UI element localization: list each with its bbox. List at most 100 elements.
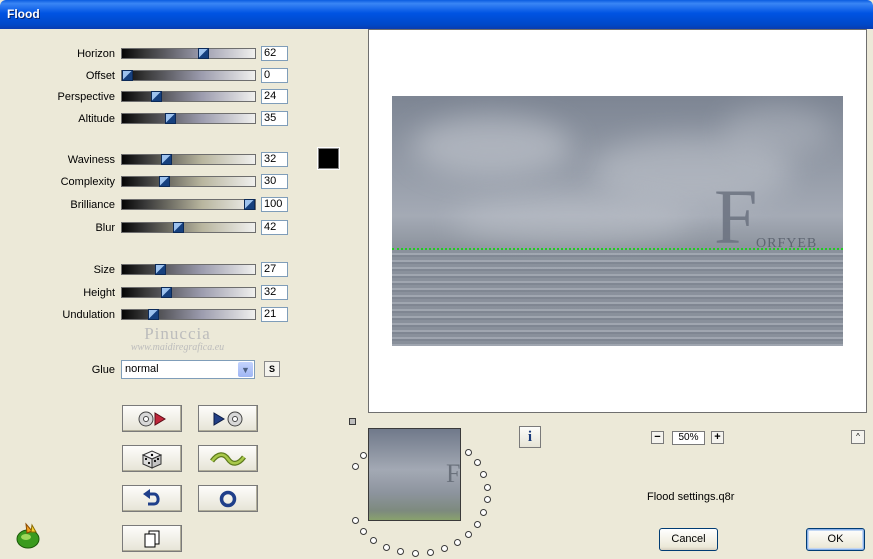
slider-handle[interactable] <box>165 113 176 124</box>
horizon-guide-line[interactable] <box>392 248 843 250</box>
glue-value: normal <box>125 363 159 375</box>
navigator-ring-dot[interactable] <box>465 449 472 456</box>
disc-arrow-in-icon <box>138 411 166 426</box>
navigator-anchor-handle[interactable] <box>349 418 356 425</box>
navigator-ring-dot[interactable] <box>412 550 419 557</box>
cancel-button[interactable]: Cancel <box>659 528 718 551</box>
mutate-button[interactable] <box>198 445 258 472</box>
slider-handle[interactable] <box>161 154 172 165</box>
navigator-thumbnail[interactable]: F <box>368 428 461 521</box>
navigator-ring-dot[interactable] <box>352 463 359 470</box>
settings-filename: Flood settings.q8r <box>647 491 735 503</box>
navigator-ring-dot[interactable] <box>454 539 461 546</box>
ok-button[interactable]: OK <box>806 528 865 551</box>
thumbnail-letter: F <box>446 459 461 488</box>
navigator-ring-dot[interactable] <box>352 517 359 524</box>
navigator-ring-dot[interactable] <box>484 484 491 491</box>
navigator-ring-dot[interactable] <box>474 459 481 466</box>
chevron-down-icon[interactable]: ▼ <box>238 362 253 377</box>
navigator-ring-dot[interactable] <box>397 548 404 555</box>
navigator-ring-dot[interactable] <box>465 531 472 538</box>
watermark-name: Pinuccia <box>144 324 211 343</box>
load-preset-button[interactable] <box>122 405 182 432</box>
zoom-out-button[interactable]: − <box>651 431 664 444</box>
slider-label-altitude: Altitude <box>78 113 115 125</box>
slider-track-undulation[interactable] <box>121 309 256 320</box>
title-bar: Flood <box>0 0 873 29</box>
slider-value-blur[interactable]: 42 <box>261 220 288 235</box>
glue-label: Glue <box>91 364 115 376</box>
collapse-button[interactable]: ^ <box>851 430 865 444</box>
slider-label-perspective: Perspective <box>57 91 115 103</box>
slider-handle[interactable] <box>173 222 184 233</box>
watermark: Pinuccia www.maidiregrafica.eu <box>110 324 245 353</box>
slider-value-height[interactable]: 32 <box>261 285 288 300</box>
slider-handle[interactable] <box>151 91 162 102</box>
slider-handle[interactable] <box>155 264 166 275</box>
info-button[interactable]: i <box>519 426 541 448</box>
save-preset-button[interactable] <box>198 405 258 432</box>
slider-handle[interactable] <box>244 199 255 210</box>
slider-handle[interactable] <box>148 309 159 320</box>
water-reflection <box>392 250 843 346</box>
slider-label-complexity: Complexity <box>60 176 115 188</box>
slider-track-size[interactable] <box>121 264 256 275</box>
slider-track-offset[interactable] <box>121 70 256 81</box>
undo-arrow-icon <box>143 488 160 505</box>
slider-track-blur[interactable] <box>121 222 256 233</box>
slider-value-undulation[interactable]: 21 <box>261 307 288 322</box>
navigator-ring-dot[interactable] <box>427 549 434 556</box>
slider-label-blur: Blur <box>95 222 115 234</box>
slider-label-undulation: Undulation <box>62 309 115 321</box>
slider-value-waviness[interactable]: 32 <box>261 152 288 167</box>
slider-label-horizon: Horizon <box>77 48 115 60</box>
slider-track-brilliance[interactable] <box>121 199 256 210</box>
zoom-level: 50% <box>672 431 705 445</box>
navigator-ring-dot[interactable] <box>480 471 487 478</box>
slider-value-perspective[interactable]: 24 <box>261 89 288 104</box>
slider-handle[interactable] <box>161 287 172 298</box>
pages-icon <box>144 530 160 547</box>
navigator-ring-dot[interactable] <box>441 545 448 552</box>
undo-button[interactable] <box>122 485 182 512</box>
slider-label-height: Height <box>83 287 115 299</box>
dice-icon <box>141 449 163 469</box>
flood-color-swatch[interactable] <box>317 147 340 170</box>
slider-track-waviness[interactable] <box>121 154 256 165</box>
slider-track-height[interactable] <box>121 287 256 298</box>
navigator-ring-dot[interactable] <box>484 496 491 503</box>
preview-pane[interactable]: F ORFYEB <box>368 29 867 413</box>
slider-handle[interactable] <box>122 70 133 81</box>
slider-label-size: Size <box>93 264 115 276</box>
slider-value-offset[interactable]: 0 <box>261 68 288 83</box>
navigator-ring-dot[interactable] <box>360 452 367 459</box>
zoom-in-button[interactable]: + <box>711 431 724 444</box>
slider-value-brilliance[interactable]: 100 <box>261 197 288 212</box>
random-button[interactable] <box>122 445 182 472</box>
slider-track-perspective[interactable] <box>121 91 256 102</box>
preview-letter-large: F <box>714 173 758 260</box>
watermark-url: www.maidiregrafica.eu <box>130 342 225 353</box>
slider-value-complexity[interactable]: 30 <box>261 174 288 189</box>
slider-value-horizon[interactable]: 62 <box>261 46 288 61</box>
navigator-ring-dot[interactable] <box>370 537 377 544</box>
arrow-disc-out-icon <box>213 411 243 426</box>
glue-select[interactable]: normal ▼ <box>121 360 255 379</box>
navigator-ring-dot[interactable] <box>474 521 481 528</box>
slider-handle[interactable] <box>159 176 170 187</box>
flood-preview-image: F ORFYEB <box>392 96 843 346</box>
navigator-ring-dot[interactable] <box>480 509 487 516</box>
slider-track-horizon[interactable] <box>121 48 256 59</box>
copy-button[interactable] <box>122 525 182 552</box>
slider-track-complexity[interactable] <box>121 176 256 187</box>
navigator-ring-dot[interactable] <box>360 528 367 535</box>
slider-value-size[interactable]: 27 <box>261 262 288 277</box>
glue-s-button[interactable]: S <box>264 361 280 377</box>
slider-handle[interactable] <box>198 48 209 59</box>
slider-value-altitude[interactable]: 35 <box>261 111 288 126</box>
window-title: Flood <box>7 7 40 21</box>
slider-track-altitude[interactable] <box>121 113 256 124</box>
navigator-ring-dot[interactable] <box>383 544 390 551</box>
reset-button[interactable] <box>198 485 258 512</box>
wave-icon <box>210 451 246 466</box>
